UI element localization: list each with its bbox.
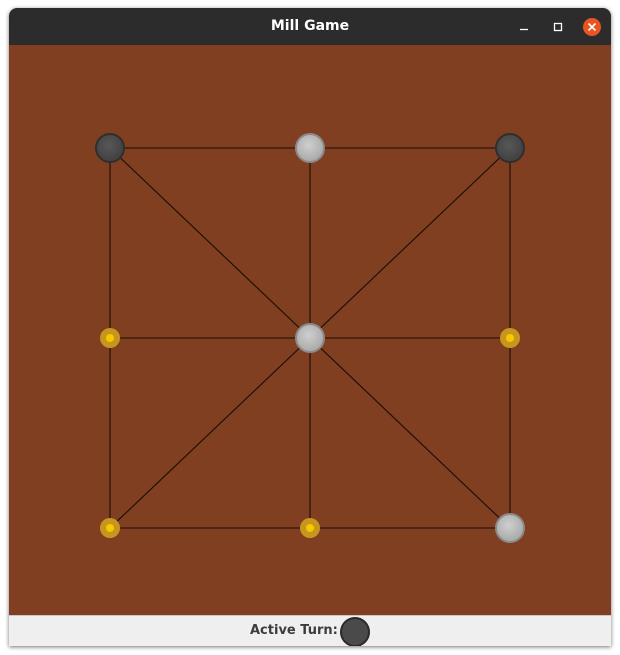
minimize-button[interactable] [514, 17, 534, 37]
empty-point-dot [306, 524, 314, 532]
board-point-top-left[interactable] [95, 133, 125, 163]
light-piece [495, 513, 525, 543]
empty-point-dot [506, 334, 514, 342]
close-icon [583, 18, 601, 36]
board-canvas [95, 133, 525, 543]
empty-point-dot [106, 334, 114, 342]
dark-piece [95, 133, 125, 163]
status-bar: Active Turn: [9, 615, 611, 646]
board-point-bottom-left[interactable] [100, 518, 120, 538]
active-turn-piece [340, 617, 370, 646]
minimize-icon [520, 28, 528, 31]
maximize-icon [553, 22, 563, 32]
app-window: Mill Game Active Turn: [9, 8, 611, 646]
board-point-top-center[interactable] [295, 133, 325, 163]
board-point-middle-right[interactable] [500, 328, 520, 348]
game-board [9, 45, 611, 615]
board-point-top-right[interactable] [495, 133, 525, 163]
dark-piece [495, 133, 525, 163]
light-piece [295, 323, 325, 353]
light-piece [295, 133, 325, 163]
board-point-center[interactable] [295, 323, 325, 353]
active-turn-label: Active Turn: [250, 623, 338, 638]
board-point-bottom-right[interactable] [495, 513, 525, 543]
maximize-button[interactable] [548, 17, 568, 37]
board-point-bottom-center[interactable] [300, 518, 320, 538]
title-bar[interactable]: Mill Game [9, 8, 611, 45]
close-button[interactable] [582, 17, 602, 37]
empty-point-dot [106, 524, 114, 532]
board-point-middle-left[interactable] [100, 328, 120, 348]
